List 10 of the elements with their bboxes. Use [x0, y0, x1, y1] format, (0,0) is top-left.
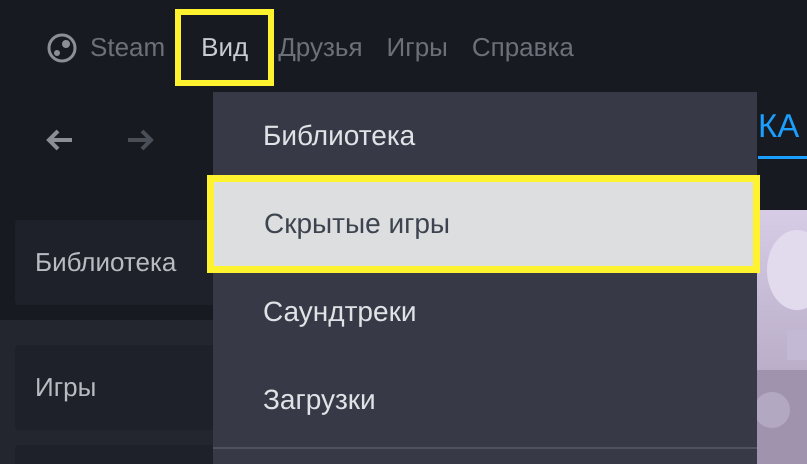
menu-item[interactable]: Игры [386, 28, 448, 67]
menu-item[interactable]: Справка [472, 28, 574, 67]
menu-item[interactable]: Steam [90, 28, 166, 67]
nav-tab[interactable]: КА [758, 104, 800, 148]
menu-item[interactable]: Вид [201, 28, 248, 67]
dropdown-item[interactable]: Скрытые игры [214, 182, 753, 266]
steam-logo-icon [46, 32, 78, 64]
menu-item[interactable]: Друзья [278, 28, 363, 67]
dropdown-item[interactable]: Библиотека [213, 92, 757, 180]
active-tab-underline [758, 156, 807, 159]
